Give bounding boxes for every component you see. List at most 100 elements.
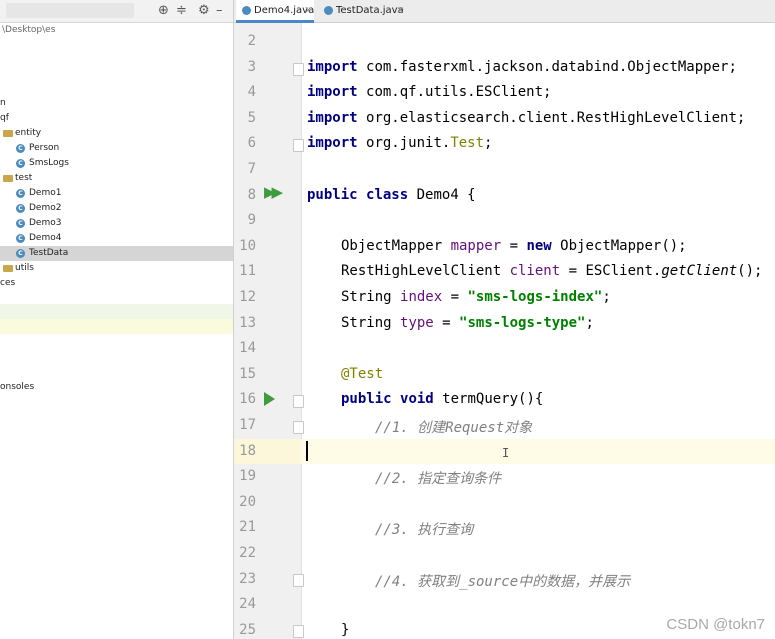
tree-item[interactable]: n (0, 96, 233, 111)
code-line-6: import org.junit.Test; (307, 135, 492, 151)
code-text: termQuery(){ (442, 391, 544, 407)
close-icon[interactable]: × (396, 0, 404, 22)
line-number: 22 (239, 545, 256, 561)
class-icon: C (16, 249, 25, 258)
code-text: String (341, 315, 401, 331)
tree-item[interactable]: ces (0, 276, 233, 291)
line-number: 12 (239, 289, 256, 305)
fold-icon[interactable] (293, 574, 304, 587)
code-line-12: String index = "sms-logs-index"; (341, 289, 611, 305)
code-line-11: RestHighLevelClient client = ESClient.ge… (341, 263, 762, 279)
editor-tab-bar: Demo4.java × TestData.java × (234, 0, 775, 23)
comment: //3. 执行查询 (375, 522, 474, 538)
run-class-icon[interactable]: ▶▶ (264, 183, 283, 201)
comment: //2. 指定查询条件 (375, 471, 502, 487)
keyword: import (307, 110, 358, 126)
line-number: 4 (247, 84, 256, 100)
code-text: ObjectMapper(); (551, 238, 687, 254)
tree-item-label: test (15, 173, 33, 183)
class-icon (242, 6, 251, 15)
method-call: getClient (661, 263, 738, 279)
tree-item-label: n (0, 98, 6, 108)
keyword: class (366, 187, 409, 203)
class-icon: C (16, 159, 25, 168)
tree-item-label: entity (15, 128, 42, 138)
code-line-16: public void termQuery(){ (341, 391, 543, 407)
line-number: 15 (239, 366, 256, 382)
tree-item-folder[interactable]: utils (0, 261, 233, 276)
project-path: \Desktop\es (0, 23, 233, 38)
text-caret (306, 441, 308, 461)
tree-item-folder[interactable]: entity (0, 126, 233, 141)
line-number: 14 (239, 340, 256, 356)
class-icon: C (16, 204, 25, 213)
line-number: 3 (247, 59, 256, 75)
line-number: 23 (239, 571, 256, 587)
tree-item-label: TestData (29, 248, 69, 258)
fold-icon[interactable] (293, 139, 304, 152)
fold-icon[interactable] (293, 421, 304, 434)
code-text: ; (602, 289, 611, 305)
keyword: void (400, 391, 434, 407)
class-icon (324, 6, 333, 15)
line-number: 11 (239, 263, 256, 279)
fold-icon[interactable] (293, 625, 304, 638)
run-test-icon[interactable] (264, 392, 275, 406)
target-icon[interactable]: ⊕ (158, 2, 169, 20)
tab-demo4[interactable]: Demo4.java × (236, 0, 314, 23)
tree-item-class[interactable]: C SmsLogs (0, 156, 233, 171)
tree-item-class[interactable]: C Person (0, 141, 233, 156)
gear-icon[interactable]: ⚙ (198, 2, 210, 20)
tree-item-class-selected[interactable]: C TestData (0, 246, 233, 261)
collapse-icon[interactable]: ≑ (176, 2, 187, 20)
keyword: public (307, 187, 358, 203)
project-view-selector[interactable] (6, 3, 134, 18)
tree-item-class[interactable]: C Demo2 (0, 201, 233, 216)
code-text: = (433, 315, 460, 331)
tree-item[interactable]: qf (0, 111, 233, 126)
tree-item-class[interactable]: C Demo1 (0, 186, 233, 201)
code-line-5: import org.elasticsearch.client.RestHigh… (307, 110, 745, 126)
fold-icon[interactable] (293, 395, 304, 408)
tree-item-class[interactable]: C Demo4 (0, 231, 233, 246)
close-icon[interactable]: × (304, 0, 312, 22)
class-icon: C (16, 144, 25, 153)
code-text: ObjectMapper (341, 238, 451, 254)
string-literal: "sms-logs-type" (459, 315, 586, 331)
project-path-label: \Desktop\es (2, 25, 56, 35)
tree-item-label: utils (15, 263, 34, 273)
project-panel: ⊕ ≑ ⚙ – \Desktop\es n qf entity C Person… (0, 0, 234, 639)
line-number: 8 (247, 187, 256, 203)
tab-testdata[interactable]: TestData.java × (318, 0, 406, 22)
hide-icon[interactable]: – (216, 2, 223, 20)
field-name: client (509, 263, 561, 279)
tree-item-label: Demo2 (29, 203, 62, 213)
class-icon: C (16, 234, 25, 243)
tree-item-folder[interactable]: test (0, 171, 233, 186)
code-editor[interactable]: 2 3 4 5 6 7 8 9 10 11 12 13 14 15 16 17 … (234, 23, 775, 639)
line-number: 7 (247, 161, 256, 177)
tree-item[interactable]: onsoles (0, 380, 233, 395)
code-text: Test (450, 135, 485, 151)
folder-icon (3, 175, 13, 182)
code-line-10: ObjectMapper mapper = new ObjectMapper()… (341, 238, 687, 254)
code-text: (); (737, 263, 763, 279)
tree-item-class[interactable]: C Demo3 (0, 216, 233, 231)
code-text: String (341, 289, 401, 305)
code-line-4: import com.qf.utils.ESClient; (307, 84, 551, 100)
mouse-ibeam-icon: I (502, 446, 510, 460)
tab-label: TestData.java (336, 5, 404, 16)
line-number: 16 (239, 391, 256, 407)
code-text: ; (484, 135, 493, 151)
line-number: 17 (239, 417, 256, 433)
code-text: org.elasticsearch.client.RestHighLevelCl… (366, 110, 746, 126)
tree-highlight (0, 319, 233, 334)
current-line-highlight (301, 439, 775, 464)
code-text: com.fasterxml.jackson.databind.ObjectMap… (366, 59, 737, 75)
code-text: Demo4 { (416, 187, 476, 203)
line-number: 2 (247, 33, 256, 49)
tree-item-label: ces (0, 278, 16, 288)
class-icon: C (16, 189, 25, 198)
fold-icon[interactable] (293, 63, 304, 76)
tree-item-label: Demo1 (29, 188, 62, 198)
